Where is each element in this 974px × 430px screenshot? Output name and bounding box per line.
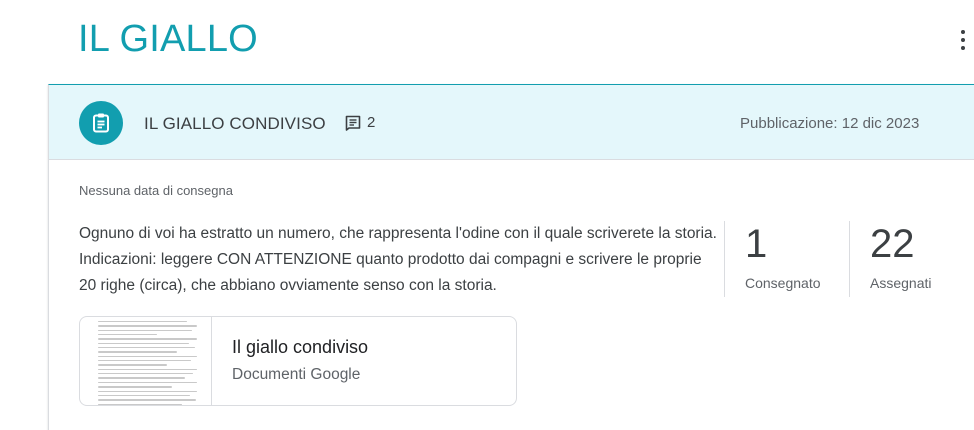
stat-turned-in[interactable]: 1 Consegnato xyxy=(724,221,850,297)
stat-turned-in-count: 1 xyxy=(745,222,768,266)
assignment-header[interactable]: IL GIALLO CONDIVISO 2 Pubblicazione: 12 … xyxy=(49,85,974,160)
assignment-card: IL GIALLO CONDIVISO 2 Pubblicazione: 12 … xyxy=(48,84,974,430)
attachment-title: Il giallo condiviso xyxy=(232,337,369,357)
comment-count: 2 xyxy=(367,114,376,131)
assignment-description: Ognuno di voi ha estratto un numero, che… xyxy=(79,225,717,294)
assignment-icon xyxy=(79,101,123,145)
attachment-type: Documenti Google xyxy=(232,366,361,383)
stat-assigned[interactable]: 22 Assegnati xyxy=(849,221,974,297)
attachment-card[interactable]: Il giallo condiviso Documenti Google xyxy=(79,316,517,406)
due-date: Nessuna data di consegna xyxy=(79,183,233,198)
comment-icon xyxy=(345,115,361,131)
stat-turned-in-label: Consegnato xyxy=(745,275,821,291)
document-thumbnail xyxy=(80,317,212,405)
page-title: IL GIALLO xyxy=(78,18,258,60)
comments-indicator[interactable]: 2 xyxy=(345,114,375,131)
stat-assigned-label: Assegnati xyxy=(870,275,932,291)
more-vert-icon xyxy=(961,30,965,34)
publication-date: Pubblicazione: 12 dic 2023 xyxy=(740,115,920,132)
stat-assigned-count: 22 xyxy=(870,222,915,266)
more-options-button[interactable] xyxy=(953,28,973,52)
assignment-title: IL GIALLO CONDIVISO xyxy=(144,114,326,133)
